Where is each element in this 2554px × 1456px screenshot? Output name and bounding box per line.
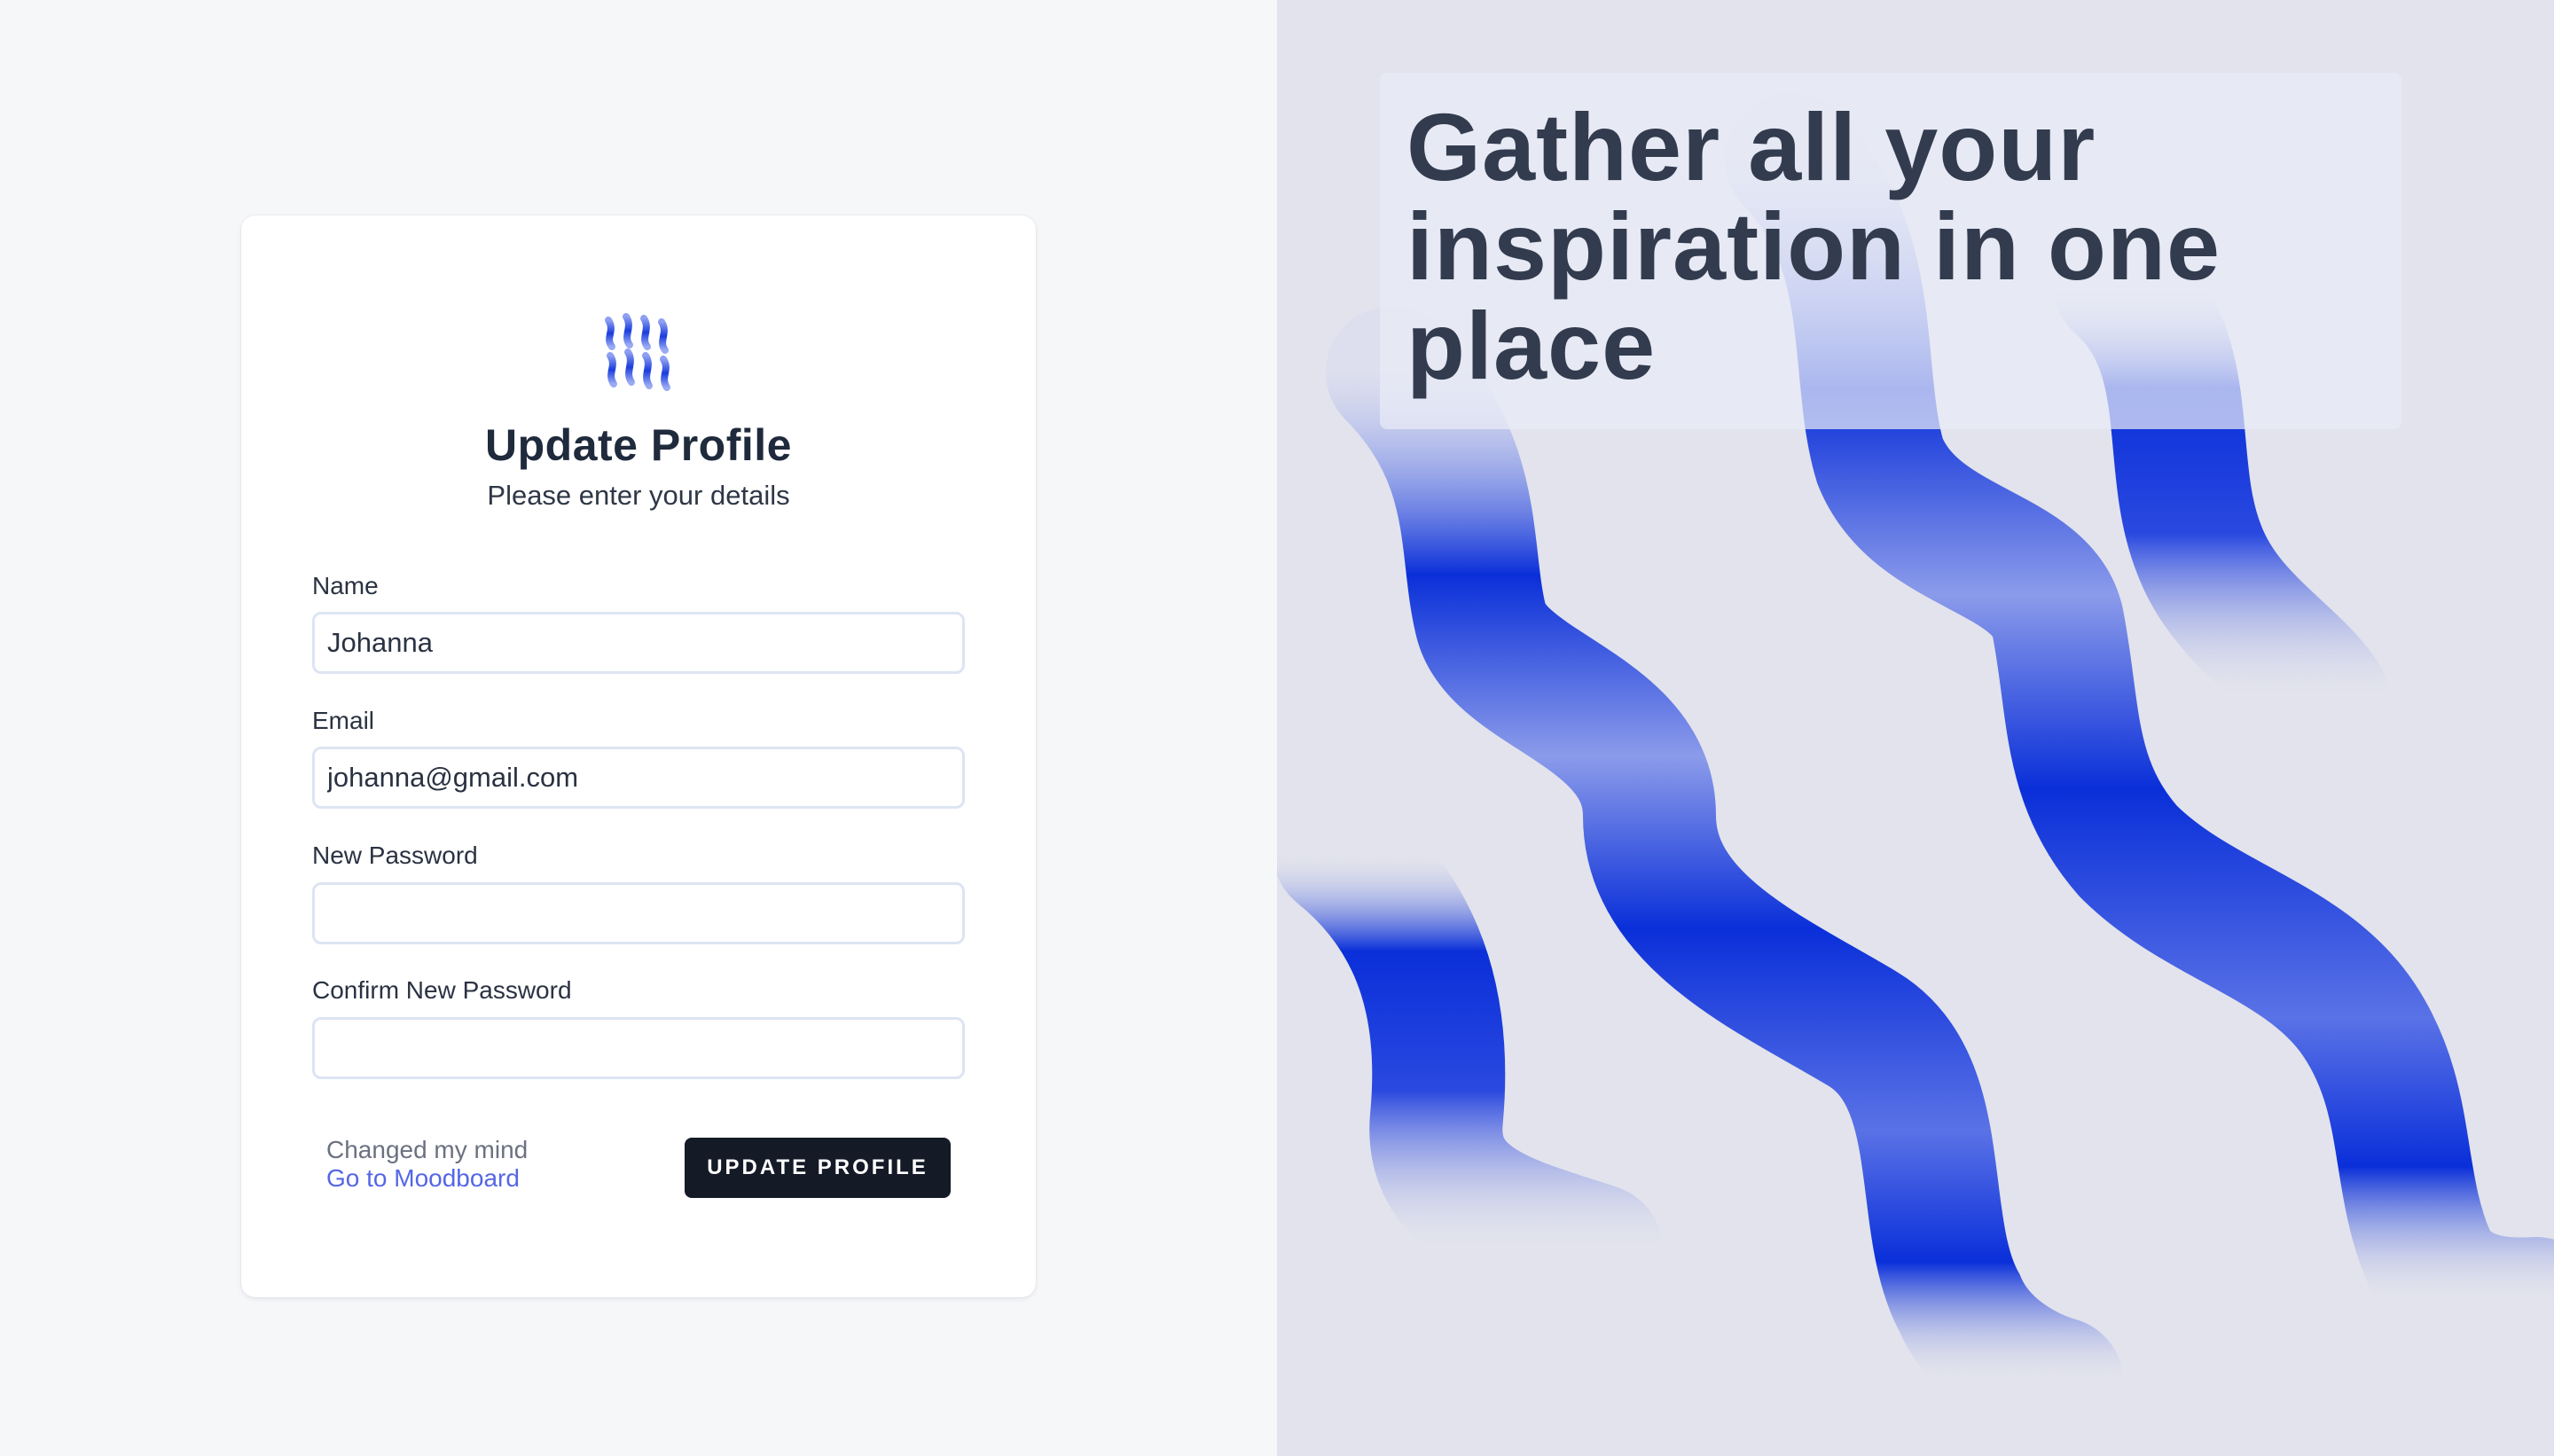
update-profile-card: Update Profile Please enter your details… [241,215,1036,1297]
tagline-panel: Gather all your inspiration in one place [1380,73,2401,429]
new-password-input[interactable] [312,882,965,944]
name-input[interactable] [312,612,965,674]
form-pane: Update Profile Please enter your details… [0,0,1277,1456]
name-label: Name [312,572,379,599]
confirm-password-input[interactable] [312,1017,965,1079]
changed-mind-text: Changed my mind [326,1136,529,1163]
wavy-lines-logo-icon [605,313,670,391]
email-label: Email [312,707,375,734]
hero-tagline: Gather all your inspiration in one place [1406,93,2221,399]
page-subtitle: Please enter your details [487,480,790,511]
new-password-label: New Password [312,842,478,869]
page-title: Update Profile [485,420,792,470]
update-profile-button[interactable]: UPDATE PROFILE [685,1138,951,1198]
go-to-moodboard-link[interactable]: Go to Moodboard [326,1164,520,1193]
hero-pane: Gather all your inspiration in one place [1277,0,2554,1456]
email-input[interactable] [312,747,965,809]
confirm-password-label: Confirm New Password [312,976,572,1004]
